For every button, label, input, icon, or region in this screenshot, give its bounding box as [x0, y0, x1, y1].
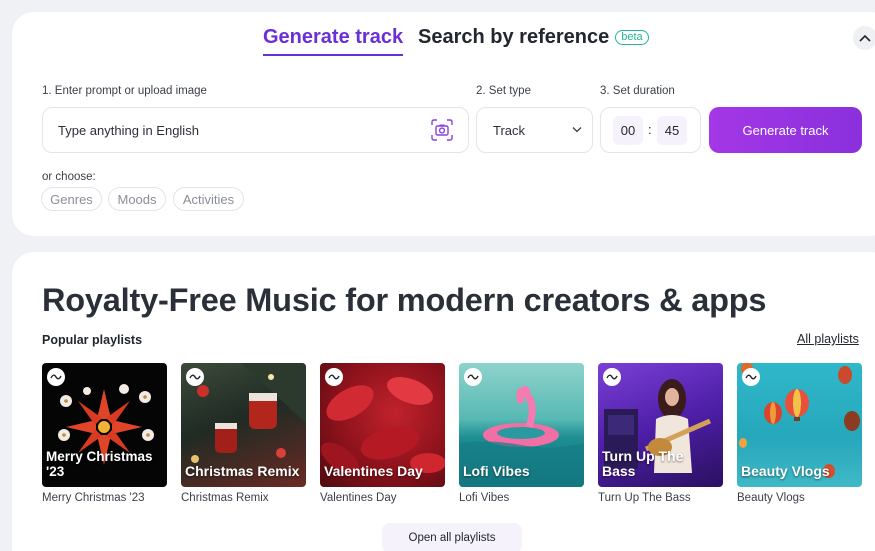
playlist-caption: Christmas Remix: [181, 492, 269, 504]
playlist-thumbnail-title: Merry Christmas '23: [46, 449, 153, 479]
tab-search-label: Search by reference: [418, 26, 610, 48]
main-panel: Royalty-Free Music for modern creators &…: [12, 252, 875, 551]
upload-image-button[interactable]: [430, 119, 454, 141]
type-select-value: Track: [493, 123, 526, 138]
wave-icon: [606, 374, 618, 380]
chip-activities[interactable]: Activities: [173, 187, 244, 211]
playlist-thumbnail-title: Christmas Remix: [185, 463, 300, 479]
duration-field: 00 : 45: [600, 107, 701, 153]
type-label: 2. Set type: [476, 85, 531, 97]
playlist-card-lofi-vibes[interactable]: Lofi Vibes Lofi Vibes: [459, 363, 584, 504]
duration-seconds-input[interactable]: 45: [657, 116, 687, 145]
chip-moods[interactable]: Moods: [108, 187, 166, 211]
playlist-thumbnail-title: Beauty Vlogs: [741, 463, 830, 479]
wave-icon: [745, 374, 757, 380]
playlist-thumbnail: Merry Christmas '23: [42, 363, 167, 487]
duration-separator: :: [648, 122, 652, 137]
duration-label: 3. Set duration: [600, 85, 675, 97]
wave-badge: [742, 368, 760, 386]
playlist-thumbnail: Beauty Vlogs: [737, 363, 862, 487]
prompt-input[interactable]: [58, 108, 418, 152]
generate-track-button[interactable]: Generate track: [709, 107, 862, 153]
playlist-caption: Merry Christmas '23: [42, 492, 145, 504]
active-tab-underline: [263, 54, 404, 56]
beta-badge: beta: [615, 30, 649, 45]
all-playlists-link[interactable]: All playlists: [797, 332, 859, 346]
wave-icon: [189, 374, 201, 380]
playlist-thumbnail: Christmas Remix: [181, 363, 306, 487]
chevron-up-icon: [859, 34, 871, 42]
playlist-caption: Turn Up The Bass: [598, 492, 691, 504]
playlist-card-merry-christmas[interactable]: Merry Christmas '23 Merry Christmas '23: [42, 363, 167, 504]
playlist-thumbnail: Turn Up The Bass: [598, 363, 723, 487]
wave-icon: [467, 374, 479, 380]
playlist-thumbnail-title: Valentines Day: [324, 463, 423, 479]
playlist-card-valentines-day[interactable]: Valentines Day Valentines Day: [320, 363, 445, 504]
collapse-button[interactable]: [853, 26, 875, 50]
chevron-down-icon: [572, 127, 582, 133]
playlist-thumbnail-title: Turn Up The Bass: [602, 448, 684, 479]
playlist-thumbnail-title: Lofi Vibes: [463, 463, 530, 479]
tab-generate-label: Generate track: [263, 26, 404, 48]
playlist-card-christmas-remix[interactable]: Christmas Remix Christmas Remix: [181, 363, 306, 504]
wave-badge: [603, 368, 621, 386]
playlist-caption: Beauty Vlogs: [737, 492, 805, 504]
camera-icon: [431, 119, 453, 141]
prompt-label: 1. Enter prompt or upload image: [42, 85, 207, 97]
playlist-card-turn-up-the-bass[interactable]: Turn Up The Bass Turn Up The Bass: [598, 363, 723, 504]
wave-badge: [186, 368, 204, 386]
wave-icon: [50, 374, 62, 380]
tab-generate-track[interactable]: Generate track: [263, 26, 404, 56]
wave-badge: [47, 368, 65, 386]
or-choose-label: or choose:: [42, 171, 96, 183]
playlist-thumbnail: Valentines Day: [320, 363, 445, 487]
tab-search-by-reference[interactable]: Search by reference beta: [418, 26, 649, 49]
type-select[interactable]: Track: [476, 107, 593, 153]
page-title: Royalty-Free Music for modern creators &…: [42, 282, 767, 318]
chip-genres[interactable]: Genres: [41, 187, 102, 211]
generator-panel: Generate track Search by reference beta 1…: [12, 12, 875, 236]
playlist-card-beauty-vlogs[interactable]: Beauty Vlogs Beauty Vlogs: [737, 363, 862, 504]
popular-playlists-heading: Popular playlists: [42, 333, 143, 347]
wave-badge: [325, 368, 343, 386]
playlist-caption: Valentines Day: [320, 492, 397, 504]
playlist-thumbnail: Lofi Vibes: [459, 363, 584, 487]
open-all-playlists-button[interactable]: Open all playlists: [382, 523, 522, 551]
wave-badge: [464, 368, 482, 386]
prompt-field: [42, 107, 469, 153]
duration-minutes-input[interactable]: 00: [613, 116, 643, 145]
wave-icon: [328, 374, 340, 380]
playlist-caption: Lofi Vibes: [459, 492, 510, 504]
